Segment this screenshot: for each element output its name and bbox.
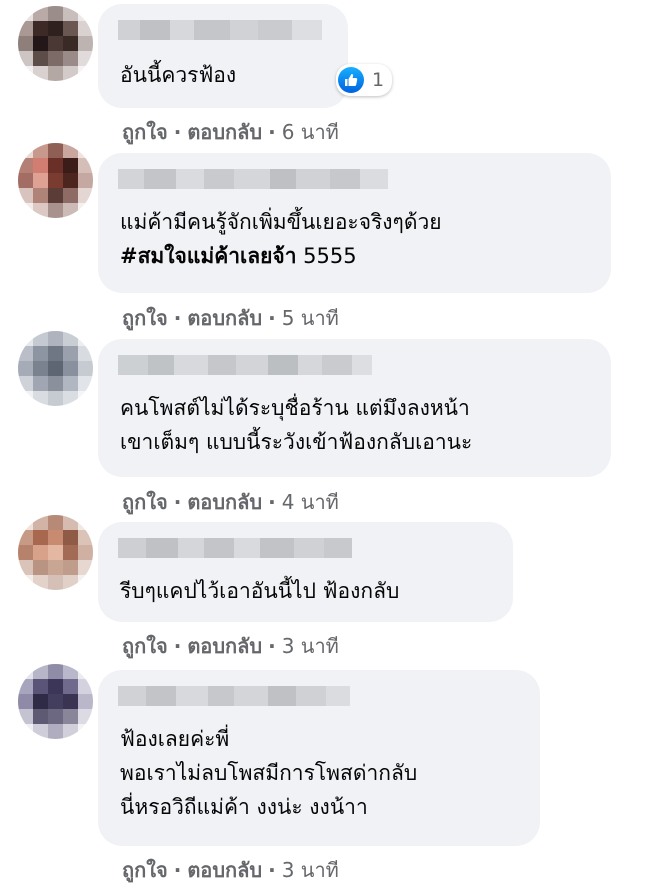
separator-dot: · bbox=[268, 306, 276, 330]
separator-dot: · bbox=[268, 490, 276, 514]
reply-link[interactable]: ตอบกลับ bbox=[187, 490, 262, 514]
reaction-count: 1 bbox=[372, 69, 385, 91]
author-name-blurred[interactable] bbox=[118, 355, 372, 375]
author-name-blurred[interactable] bbox=[118, 538, 352, 558]
like-icon bbox=[338, 67, 364, 93]
like-link[interactable]: ถูกใจ bbox=[122, 306, 168, 330]
author-name-blurred[interactable] bbox=[118, 169, 388, 189]
avatar[interactable] bbox=[18, 515, 93, 590]
separator-dot: · bbox=[173, 634, 182, 658]
comment-actions: ถูกใจ · ตอบกลับ · 4 นาที bbox=[122, 486, 339, 518]
comment-actions: ถูกใจ · ตอบกลับ · 5 นาที bbox=[122, 302, 339, 334]
timestamp[interactable]: 5 นาที bbox=[282, 306, 339, 330]
comment-text: แม่ค้ามีคนรู้จักเพิ่มขึ้นเยอะจริงๆด้วย #… bbox=[120, 210, 442, 268]
comment-actions: ถูกใจ · ตอบกลับ · 3 นาที bbox=[122, 630, 339, 662]
reaction-badge[interactable]: 1 bbox=[336, 64, 393, 96]
timestamp[interactable]: 6 นาที bbox=[282, 120, 339, 144]
timestamp[interactable]: 3 นาที bbox=[282, 634, 339, 658]
timestamp[interactable]: 3 นาที bbox=[282, 858, 339, 882]
separator-dot: · bbox=[268, 634, 276, 658]
comment-text: อันนี้ควรฟ้อง bbox=[120, 63, 237, 87]
comment-bubble: อันนี้ควรฟ้อง bbox=[98, 4, 348, 108]
like-link[interactable]: ถูกใจ bbox=[122, 120, 168, 144]
reply-link[interactable]: ตอบกลับ bbox=[187, 120, 262, 144]
comment-bubble: ฟ้องเลยค่ะพี่ พอเราไม่ลบโพสมีการโพสด่ากล… bbox=[98, 670, 540, 846]
separator-dot: · bbox=[173, 120, 182, 144]
comment-bubble: แม่ค้ามีคนรู้จักเพิ่มขึ้นเยอะจริงๆด้วย #… bbox=[98, 153, 611, 293]
like-link[interactable]: ถูกใจ bbox=[122, 858, 168, 882]
separator-dot: · bbox=[173, 858, 182, 882]
author-name-blurred[interactable] bbox=[118, 686, 350, 706]
reply-link[interactable]: ตอบกลับ bbox=[187, 858, 262, 882]
separator-dot: · bbox=[173, 306, 182, 330]
comment-actions: ถูกใจ · ตอบกลับ · 3 นาที bbox=[122, 854, 339, 886]
like-link[interactable]: ถูกใจ bbox=[122, 634, 168, 658]
separator-dot: · bbox=[268, 858, 276, 882]
comment-bubble: รีบๆแคปไว้เอาอันนี้ไป ฟ้องกลับ bbox=[98, 522, 513, 622]
like-link[interactable]: ถูกใจ bbox=[122, 490, 168, 514]
reply-link[interactable]: ตอบกลับ bbox=[187, 634, 262, 658]
comment-thread: อันนี้ควรฟ้อง 1 ถูกใจ · ตอบกลับ · 6 นาที แม่… bbox=[0, 0, 650, 894]
avatar[interactable] bbox=[18, 6, 93, 81]
avatar[interactable] bbox=[18, 331, 93, 406]
separator-dot: · bbox=[268, 120, 276, 144]
comment-text: ฟ้องเลยค่ะพี่ พอเราไม่ลบโพสมีการโพสด่ากล… bbox=[120, 727, 418, 819]
author-name-blurred[interactable] bbox=[118, 20, 322, 40]
comment-bubble: คนโพสต์ไม่ได้ระบุชื่อร้าน แต่มึงลงหน้า เ… bbox=[98, 339, 611, 477]
comment-actions: ถูกใจ · ตอบกลับ · 6 นาที bbox=[122, 116, 339, 148]
avatar[interactable] bbox=[18, 143, 93, 218]
comment-text: คนโพสต์ไม่ได้ระบุชื่อร้าน แต่มึงลงหน้า เ… bbox=[120, 396, 473, 454]
avatar[interactable] bbox=[18, 664, 93, 739]
reply-link[interactable]: ตอบกลับ bbox=[187, 306, 262, 330]
separator-dot: · bbox=[173, 490, 182, 514]
hashtag[interactable]: #สมใจแม่ค้าเลยจ้า bbox=[120, 244, 296, 268]
timestamp[interactable]: 4 นาที bbox=[282, 490, 339, 514]
comment-text: รีบๆแคปไว้เอาอันนี้ไป ฟ้องกลับ bbox=[120, 579, 400, 603]
